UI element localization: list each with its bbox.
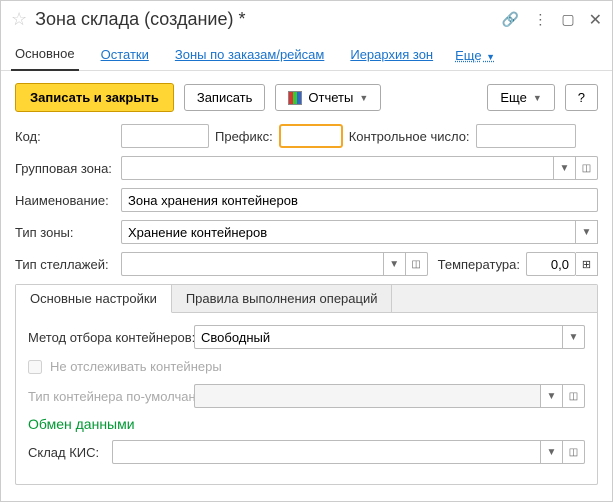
name-input[interactable] [121,188,598,212]
group-zone-label: Групповая зона: [15,161,115,176]
form: Код: Префикс: Контрольное число: Группов… [1,124,612,485]
track-containers-label: Не отслеживать контейнеры [50,359,222,374]
titlebar-controls: 🔗 ⋮ ▢ ✕ [502,10,602,30]
data-exchange-title: Обмен данными [28,416,585,432]
titlebar: ☆ Зона склада (создание) * 🔗 ⋮ ▢ ✕ [1,1,612,38]
minimize-icon[interactable]: ▢ [561,11,574,28]
dropdown-button[interactable]: ▼ [576,220,598,244]
favorite-star-icon[interactable]: ☆ [11,9,27,30]
zone-type-label: Тип зоны: [15,225,115,240]
dropdown-button[interactable]: ▼ [384,252,406,276]
temperature-label: Температура: [438,257,520,272]
chevron-down-icon: ▼ [533,93,542,103]
settings-panel: Основные настройки Правила выполнения оп… [15,284,598,485]
control-label: Контрольное число: [349,129,470,144]
close-icon[interactable]: ✕ [589,10,602,30]
chevron-down-icon: ▼ [359,93,368,103]
prefix-input[interactable] [279,124,343,148]
default-container-type-input [194,384,541,408]
inner-tabs: Основные настройки Правила выполнения оп… [16,285,597,313]
code-input[interactable] [121,124,209,148]
group-zone-combo: ▼ ◫ [121,156,598,180]
track-containers-row: Не отслеживать контейнеры [28,359,585,374]
save-and-close-button[interactable]: Записать и закрыть [15,83,174,112]
rack-type-input[interactable] [121,252,384,276]
more-label: Еще [500,90,526,105]
default-container-type-combo: ▼ ◫ [194,384,585,408]
open-button: ◫ [563,384,585,408]
rack-type-label: Тип стеллажей: [15,257,115,272]
tab-basic-settings[interactable]: Основные настройки [16,285,172,313]
open-button[interactable]: ◫ [576,156,598,180]
reports-label: Отчеты [308,90,353,105]
kis-warehouse-combo: ▼ ◫ [112,440,585,464]
more-button[interactable]: Еще ▼ [487,84,554,111]
chevron-down-icon: ▼ [484,52,495,62]
link-icon[interactable]: 🔗 [502,11,519,28]
default-container-type-label: Тип контейнера по-умолчанию: [28,389,188,404]
reports-button[interactable]: Отчеты ▼ [275,84,381,111]
report-icon [288,91,302,105]
tab-operation-rules[interactable]: Правила выполнения операций [172,285,393,312]
pick-method-label: Метод отбора контейнеров: [28,330,188,345]
name-label: Наименование: [15,193,115,208]
nav-tabs: Основное Остатки Зоны по заказам/рейсам … [1,38,612,71]
dropdown-button[interactable]: ▼ [554,156,576,180]
kis-warehouse-label: Склад КИС: [28,445,106,460]
prefix-label: Префикс: [215,129,273,144]
calculator-button[interactable]: ⊞ [576,252,598,276]
open-button[interactable]: ◫ [406,252,428,276]
tab-hierarchy[interactable]: Иерархия зон [346,41,437,70]
temperature-input[interactable] [526,252,576,276]
tab-balances[interactable]: Остатки [97,41,153,70]
dropdown-button[interactable]: ▼ [563,325,585,349]
kis-warehouse-input[interactable] [112,440,541,464]
kebab-menu-icon[interactable]: ⋮ [533,11,547,28]
rack-type-combo: ▼ ◫ [121,252,428,276]
toolbar: Записать и закрыть Записать Отчеты ▼ Еще… [1,71,612,124]
zone-type-input[interactable] [121,220,576,244]
tab-main[interactable]: Основное [11,40,79,71]
pick-method-combo: ▼ [194,325,585,349]
group-zone-input[interactable] [121,156,554,180]
track-containers-checkbox [28,360,42,374]
dropdown-button[interactable]: ▼ [541,440,563,464]
window-title: Зона склада (создание) * [35,9,494,30]
zone-type-combo: ▼ [121,220,598,244]
help-button[interactable]: ? [565,84,598,111]
pick-method-input[interactable] [194,325,563,349]
control-number-input[interactable] [476,124,576,148]
save-button[interactable]: Записать [184,84,266,111]
code-label: Код: [15,129,115,144]
tab-more[interactable]: Еще ▼ [455,48,495,63]
tab-by-orders[interactable]: Зоны по заказам/рейсам [171,41,328,70]
inner-content: Метод отбора контейнеров: ▼ Не отслежива… [16,313,597,484]
dropdown-button: ▼ [541,384,563,408]
open-button[interactable]: ◫ [563,440,585,464]
